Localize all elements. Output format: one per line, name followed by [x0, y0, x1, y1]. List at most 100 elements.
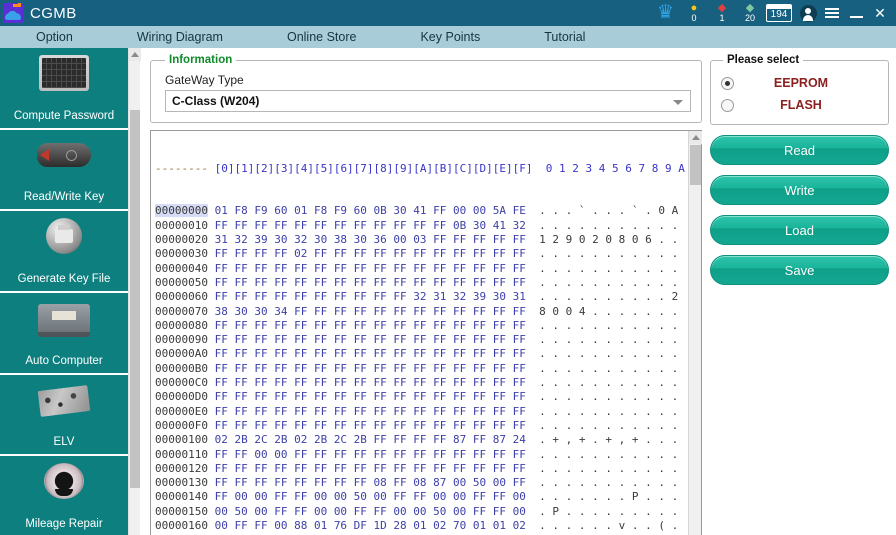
action-button-stack: Read Write Load Save: [710, 135, 889, 285]
hex-row-offset: 00000160: [155, 519, 208, 533]
hex-row-ascii: . . . . . . . . . . .: [525, 447, 679, 461]
crown-icon[interactable]: ♛: [655, 3, 680, 23]
ruby-count: 1: [719, 13, 725, 23]
menu-button[interactable]: [820, 0, 844, 26]
hex-row-offset: 000000D0: [155, 390, 208, 404]
hex-row-bytes: 00 50 00 FF FF 00 00 FF FF 00 00 50 00 F…: [207, 504, 526, 518]
sidebar-item-compute-password[interactable]: Compute Password: [0, 48, 128, 130]
hex-row[interactable]: 00000150 00 50 00 FF FF 00 00 FF FF 00 0…: [155, 505, 688, 519]
hex-row[interactable]: 00000100 02 2B 2C 2B 02 2B 2C 2B FF FF F…: [155, 433, 688, 447]
hex-row[interactable]: 00000110 FF FF 00 00 FF FF FF FF FF FF F…: [155, 448, 688, 462]
ruby-icon: ◆: [717, 2, 727, 14]
hex-row-bytes: FF FF FF FF FF FF FF FF FF FF FF FF FF F…: [207, 318, 526, 332]
radio-option-flash[interactable]: FLASH: [721, 94, 880, 116]
hex-row[interactable]: 00000010 FF FF FF FF FF FF FF FF FF FF F…: [155, 219, 688, 233]
hex-row-bytes: 31 32 39 30 32 30 38 30 36 00 03 FF FF F…: [207, 233, 526, 247]
hex-row-ascii: . . . . . . . P . . .: [525, 490, 679, 504]
user-account-button[interactable]: [796, 0, 820, 26]
load-button[interactable]: Load: [710, 215, 889, 245]
sidebar: Compute Password Read/Write Key Generate…: [0, 48, 141, 535]
scroll-up-arrow-icon[interactable]: [689, 131, 702, 144]
car-key-fob-icon: [35, 137, 93, 173]
diamond-balance[interactable]: ◆ 20: [736, 0, 764, 26]
sidebar-item-generate-key-file[interactable]: Generate Key File: [0, 211, 128, 293]
radio-button-flash-icon[interactable]: [721, 98, 734, 112]
calendar-icon[interactable]: 194: [766, 4, 792, 22]
hex-row[interactable]: 000000D0 FF FF FF FF FF FF FF FF FF FF F…: [155, 390, 688, 404]
hex-row-ascii: . . . . . . . . . . .: [525, 361, 679, 375]
menu-hamburger-icon: [825, 8, 839, 18]
hex-row-bytes: FF FF FF FF FF FF FF FF 08 FF 08 87 00 5…: [207, 476, 526, 490]
hex-row[interactable]: 00000120 FF FF FF FF FF FF FF FF FF FF F…: [155, 462, 688, 476]
hex-row-ascii: . . . . . . . . . . 2: [525, 290, 679, 304]
hex-row-ascii: . P . . . . . . . . .: [525, 504, 679, 518]
sidebar-item-label: Generate Key File: [17, 272, 111, 285]
hex-row[interactable]: 000000E0 FF FF FF FF FF FF FF FF FF FF F…: [155, 405, 688, 419]
sidebar-item-read-write-key[interactable]: Read/Write Key: [0, 129, 128, 212]
gateway-type-value: C-Class (W204): [172, 94, 260, 108]
sidebar-item-list: Compute Password Read/Write Key Generate…: [0, 48, 128, 535]
radio-option-eeprom[interactable]: EEPROM: [721, 72, 880, 94]
hex-row[interactable]: 00000000 01 F8 F9 60 01 F8 F9 60 0B 30 4…: [155, 204, 688, 218]
hex-row[interactable]: 00000020 31 32 39 30 32 30 38 30 36 00 0…: [155, 233, 688, 247]
center-content: Information GateWay Type C-Class (W204) …: [140, 48, 706, 535]
minimize-button[interactable]: [844, 0, 868, 26]
hex-row-ascii: . . . . . . . . . . .: [525, 247, 679, 261]
hex-row[interactable]: 00000140 FF 00 00 FF FF 00 00 50 00 FF F…: [155, 490, 688, 504]
menu-item-key-points[interactable]: Key Points: [410, 30, 490, 44]
hex-editor-content[interactable]: -------- [0][1][2][3][4][5][6][7][8][9][…: [151, 131, 688, 535]
radio-button-eeprom-icon[interactable]: [721, 76, 734, 90]
hex-row-offset: 00000070: [155, 304, 208, 318]
sidebar-item-auto-computer[interactable]: Auto Computer: [0, 292, 128, 375]
close-button[interactable]: ✕: [868, 0, 892, 26]
hex-row[interactable]: 000000B0 FF FF FF FF FF FF FF FF FF FF F…: [155, 362, 688, 376]
radio-label-flash: FLASH: [780, 98, 822, 112]
close-icon: ✕: [874, 4, 886, 21]
main-body: Compute Password Read/Write Key Generate…: [0, 48, 896, 535]
coin-balance[interactable]: ● 0: [680, 0, 708, 26]
hex-row-offset: 00000020: [155, 233, 208, 247]
user-account-icon: [799, 4, 817, 22]
gateway-type-select[interactable]: C-Class (W204): [165, 90, 691, 112]
hex-row[interactable]: 000000C0 FF FF FF FF FF FF FF FF FF FF F…: [155, 376, 688, 390]
hex-row-ascii: . . . . . . . . . . .: [525, 461, 679, 475]
hex-editor[interactable]: -------- [0][1][2][3][4][5][6][7][8][9][…: [150, 130, 702, 535]
menu-item-online-store[interactable]: Online Store: [277, 30, 366, 44]
sidebar-item-mileage-repair[interactable]: Mileage Repair: [0, 456, 128, 535]
hex-row-offset: 00000030: [155, 247, 208, 261]
printer-icon: [35, 218, 93, 255]
scroll-up-arrow-icon[interactable]: [129, 48, 141, 61]
window-title: CGMB: [30, 4, 77, 22]
hex-row[interactable]: 00000130 FF FF FF FF FF FF FF FF 08 FF 0…: [155, 476, 688, 490]
write-button[interactable]: Write: [710, 175, 889, 205]
hex-row[interactable]: 00000070 38 30 30 34 FF FF FF FF FF FF F…: [155, 305, 688, 319]
hex-row-offset: 00000000: [155, 204, 208, 218]
hex-row-ascii: . . . . . . . . . . .: [525, 390, 679, 404]
read-button[interactable]: Read: [710, 135, 889, 165]
hex-row-bytes: FF FF FF FF FF FF FF FF FF FF FF FF 0B 3…: [207, 218, 526, 232]
hex-scrollbar-thumb[interactable]: [690, 145, 701, 185]
hex-row[interactable]: 00000060 FF FF FF FF FF FF FF FF FF FF 3…: [155, 290, 688, 304]
menu-item-tutorial[interactable]: Tutorial: [534, 30, 595, 44]
hex-row[interactable]: 00000040 FF FF FF FF FF FF FF FF FF FF F…: [155, 262, 688, 276]
hex-editor-scrollbar[interactable]: [688, 131, 702, 535]
menu-item-wiring-diagram[interactable]: Wiring Diagram: [127, 30, 233, 44]
hex-row[interactable]: 00000080 FF FF FF FF FF FF FF FF FF FF F…: [155, 319, 688, 333]
hex-row[interactable]: 00000030 FF FF FF FF 02 FF FF FF FF FF F…: [155, 247, 688, 261]
hex-row[interactable]: 00000050 FF FF FF FF FF FF FF FF FF FF F…: [155, 276, 688, 290]
hex-row-offset: 00000060: [155, 290, 208, 304]
sidebar-scrollbar[interactable]: [128, 48, 141, 535]
ruby-balance[interactable]: ◆ 1: [708, 0, 736, 26]
sidebar-item-elv[interactable]: ELV: [0, 374, 128, 457]
hex-row[interactable]: 000000F0 FF FF FF FF FF FF FF FF FF FF F…: [155, 419, 688, 433]
hex-row[interactable]: 00000090 FF FF FF FF FF FF FF FF FF FF F…: [155, 333, 688, 347]
hex-row-offset: 00000010: [155, 218, 208, 232]
save-button[interactable]: Save: [710, 255, 889, 285]
hex-row[interactable]: 00000160 00 FF FF 00 88 01 76 DF 1D 28 0…: [155, 519, 688, 533]
hex-row-ascii: . . . . . . . . . . .: [525, 376, 679, 390]
menu-item-option[interactable]: Option: [26, 30, 83, 44]
hex-row[interactable]: 000000A0 FF FF FF FF FF FF FF FF FF FF F…: [155, 347, 688, 361]
hex-row-bytes: FF FF FF FF FF FF FF FF FF FF FF FF FF F…: [207, 261, 526, 275]
hex-row-ascii: . . . . . . . . . . .: [525, 476, 679, 490]
sidebar-scrollbar-thumb[interactable]: [130, 110, 140, 488]
